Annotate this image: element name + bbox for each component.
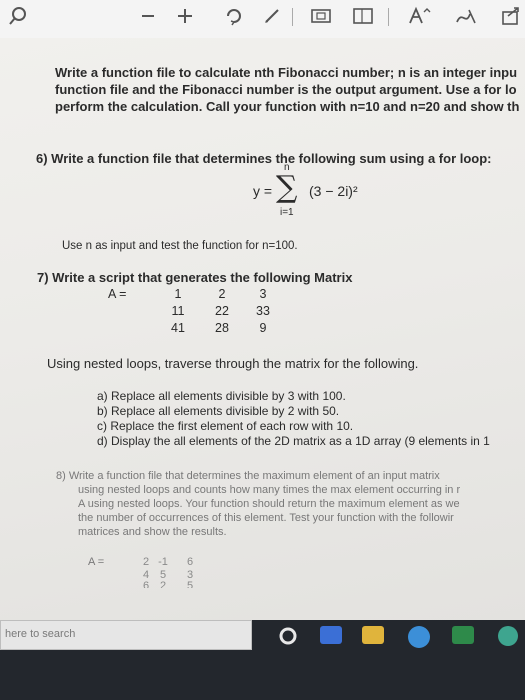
- pen-icon[interactable]: [262, 6, 282, 31]
- matrix-cell: 2: [218, 287, 226, 301]
- store-icon[interactable]: [452, 626, 474, 644]
- matrix-cell: 11: [171, 304, 185, 318]
- app-icon[interactable]: [498, 626, 518, 646]
- matrix-cell: 33: [256, 304, 270, 318]
- q6-formula-upper-limit: n: [284, 162, 290, 173]
- q8-line-1: 8) Write a function file that determines…: [56, 470, 440, 482]
- q5-line-2: function file and the Fibonacci number i…: [55, 82, 517, 97]
- worksheet-page: Write a function file to calculate nth F…: [0, 38, 525, 620]
- toolbar-divider: [388, 8, 389, 26]
- browser-icon[interactable]: [408, 626, 430, 648]
- matrix-cell: 5: [186, 580, 194, 588]
- matrix-cell: 6: [186, 556, 194, 568]
- q8-matrix-label: A =: [88, 556, 105, 568]
- q5-line-1: Write a function file to calculate nth F…: [55, 65, 518, 80]
- taskbar-search-box[interactable]: here to search: [0, 620, 252, 650]
- q6-formula-lhs: y =: [253, 183, 273, 199]
- minus-icon[interactable]: [140, 6, 156, 31]
- q7-item-d: d) Display the all elements of the 2D ma…: [97, 434, 490, 448]
- matrix-cell: 28: [215, 321, 229, 335]
- q8-line-5: matrices and show the results.: [78, 526, 227, 538]
- fullscreen-icon[interactable]: [310, 6, 332, 31]
- toolbar-divider: [292, 8, 293, 26]
- q6-note: Use n as input and test the function for…: [62, 240, 298, 252]
- q7-title: 7) Write a script that generates the fol…: [37, 270, 353, 285]
- matrix-cell: 6: [142, 580, 150, 588]
- search-icon[interactable]: [8, 6, 28, 31]
- windows-taskbar: here to search: [0, 620, 525, 700]
- q8-line-2: using nested loops and counts how many t…: [78, 484, 461, 496]
- matrix-cell: 2: [159, 580, 167, 588]
- q7-matrix-label: A =: [108, 287, 127, 301]
- matrix-cell: 1: [174, 287, 182, 301]
- matrix-cell: 2: [142, 556, 150, 568]
- matrix-cell: 9: [259, 321, 267, 335]
- cortana-icon[interactable]: [276, 624, 300, 648]
- matrix-cell: 41: [171, 321, 185, 335]
- font-size-icon[interactable]: [408, 6, 432, 31]
- share-icon[interactable]: [500, 6, 522, 31]
- q8-line-3: A using nested loops. Your function shou…: [78, 498, 460, 510]
- plus-icon[interactable]: [176, 6, 194, 31]
- q7-item-a: a) Replace all elements divisible by 3 w…: [97, 389, 346, 403]
- q6-formula-lower-limit: i=1: [280, 207, 294, 218]
- file-explorer-icon[interactable]: [362, 626, 384, 644]
- q6-title: 6) Write a function file that determines…: [36, 151, 492, 166]
- matrix-cell: 3: [259, 287, 267, 301]
- rotate-icon[interactable]: [224, 6, 244, 31]
- page-icon[interactable]: [352, 6, 374, 31]
- search-placeholder: here to search: [5, 628, 76, 640]
- matrix-cell: 22: [215, 304, 229, 318]
- sigma-symbol: ∑: [276, 170, 298, 205]
- viewer-toolbar: [0, 0, 525, 39]
- matrix-cell: -1: [158, 556, 168, 568]
- ink-icon[interactable]: [454, 6, 478, 31]
- q7-instruction: Using nested loops, traverse through the…: [47, 356, 419, 371]
- q7-item-b: b) Replace all elements divisible by 2 w…: [97, 404, 340, 418]
- q5-line-3: perform the calculation. Call your funct…: [55, 99, 520, 114]
- q8-line-4: the number of occurrences of this elemen…: [78, 512, 454, 524]
- q7-item-c: c) Replace the first element of each row…: [97, 419, 354, 433]
- q6-formula-body: (3 − 2i)²: [309, 183, 358, 199]
- task-view-icon[interactable]: [320, 626, 342, 644]
